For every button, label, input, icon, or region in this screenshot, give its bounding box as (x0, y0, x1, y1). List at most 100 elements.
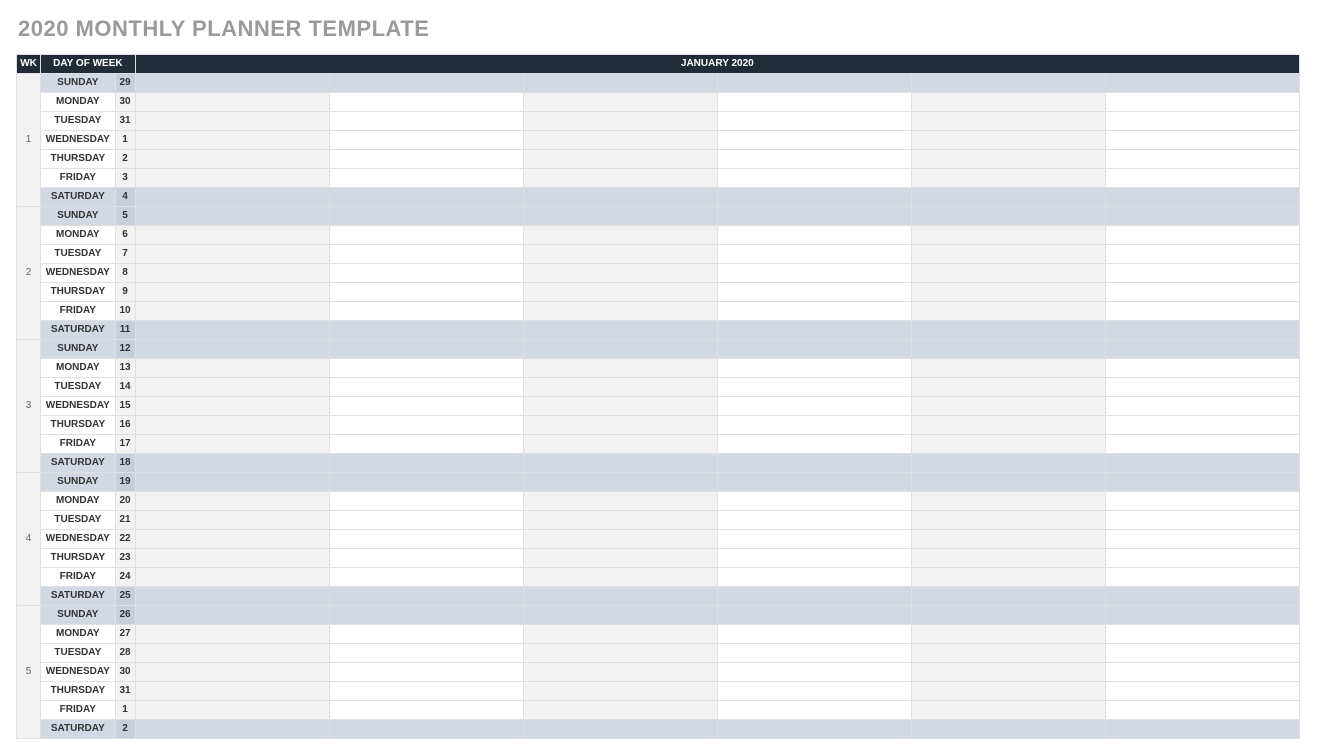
entry-cell[interactable] (717, 93, 911, 112)
entry-cell[interactable] (717, 378, 911, 397)
entry-cell[interactable] (523, 492, 717, 511)
entry-cell[interactable] (135, 625, 329, 644)
entry-cell[interactable] (329, 549, 523, 568)
entry-cell[interactable] (911, 701, 1105, 720)
entry-cell[interactable] (523, 416, 717, 435)
entry-cell[interactable] (135, 112, 329, 131)
entry-cell[interactable] (911, 435, 1105, 454)
entry-cell[interactable] (329, 264, 523, 283)
entry-cell[interactable] (329, 283, 523, 302)
entry-cell[interactable] (523, 340, 717, 359)
entry-cell[interactable] (1105, 359, 1299, 378)
entry-cell[interactable] (1105, 93, 1299, 112)
entry-cell[interactable] (135, 435, 329, 454)
entry-cell[interactable] (135, 454, 329, 473)
entry-cell[interactable] (329, 663, 523, 682)
entry-cell[interactable] (329, 340, 523, 359)
entry-cell[interactable] (717, 701, 911, 720)
entry-cell[interactable] (523, 682, 717, 701)
entry-cell[interactable] (717, 150, 911, 169)
entry-cell[interactable] (523, 720, 717, 739)
entry-cell[interactable] (717, 492, 911, 511)
entry-cell[interactable] (329, 245, 523, 264)
entry-cell[interactable] (329, 568, 523, 587)
entry-cell[interactable] (523, 245, 717, 264)
entry-cell[interactable] (329, 207, 523, 226)
entry-cell[interactable] (135, 283, 329, 302)
entry-cell[interactable] (1105, 207, 1299, 226)
entry-cell[interactable] (523, 302, 717, 321)
entry-cell[interactable] (135, 169, 329, 188)
entry-cell[interactable] (135, 74, 329, 93)
entry-cell[interactable] (911, 150, 1105, 169)
entry-cell[interactable] (911, 74, 1105, 93)
entry-cell[interactable] (135, 378, 329, 397)
entry-cell[interactable] (717, 435, 911, 454)
entry-cell[interactable] (717, 473, 911, 492)
entry-cell[interactable] (329, 435, 523, 454)
entry-cell[interactable] (717, 606, 911, 625)
entry-cell[interactable] (717, 74, 911, 93)
entry-cell[interactable] (523, 169, 717, 188)
entry-cell[interactable] (717, 226, 911, 245)
entry-cell[interactable] (135, 359, 329, 378)
entry-cell[interactable] (717, 302, 911, 321)
entry-cell[interactable] (911, 644, 1105, 663)
entry-cell[interactable] (1105, 321, 1299, 340)
entry-cell[interactable] (135, 188, 329, 207)
entry-cell[interactable] (329, 302, 523, 321)
entry-cell[interactable] (135, 207, 329, 226)
entry-cell[interactable] (523, 188, 717, 207)
entry-cell[interactable] (911, 682, 1105, 701)
entry-cell[interactable] (911, 568, 1105, 587)
entry-cell[interactable] (1105, 606, 1299, 625)
entry-cell[interactable] (911, 131, 1105, 150)
entry-cell[interactable] (717, 587, 911, 606)
entry-cell[interactable] (911, 340, 1105, 359)
entry-cell[interactable] (911, 530, 1105, 549)
entry-cell[interactable] (523, 701, 717, 720)
entry-cell[interactable] (911, 226, 1105, 245)
entry-cell[interactable] (911, 283, 1105, 302)
entry-cell[interactable] (329, 226, 523, 245)
entry-cell[interactable] (717, 720, 911, 739)
entry-cell[interactable] (523, 359, 717, 378)
entry-cell[interactable] (1105, 511, 1299, 530)
entry-cell[interactable] (135, 226, 329, 245)
entry-cell[interactable] (135, 264, 329, 283)
entry-cell[interactable] (717, 549, 911, 568)
entry-cell[interactable] (329, 397, 523, 416)
entry-cell[interactable] (717, 663, 911, 682)
entry-cell[interactable] (1105, 568, 1299, 587)
entry-cell[interactable] (135, 530, 329, 549)
entry-cell[interactable] (717, 188, 911, 207)
entry-cell[interactable] (1105, 625, 1299, 644)
entry-cell[interactable] (1105, 245, 1299, 264)
entry-cell[interactable] (1105, 150, 1299, 169)
entry-cell[interactable] (1105, 188, 1299, 207)
entry-cell[interactable] (911, 549, 1105, 568)
entry-cell[interactable] (717, 397, 911, 416)
entry-cell[interactable] (135, 302, 329, 321)
entry-cell[interactable] (1105, 663, 1299, 682)
entry-cell[interactable] (329, 416, 523, 435)
entry-cell[interactable] (1105, 74, 1299, 93)
entry-cell[interactable] (135, 131, 329, 150)
entry-cell[interactable] (329, 93, 523, 112)
entry-cell[interactable] (717, 245, 911, 264)
entry-cell[interactable] (911, 207, 1105, 226)
entry-cell[interactable] (911, 188, 1105, 207)
entry-cell[interactable] (717, 283, 911, 302)
entry-cell[interactable] (717, 169, 911, 188)
entry-cell[interactable] (135, 473, 329, 492)
entry-cell[interactable] (523, 530, 717, 549)
entry-cell[interactable] (911, 245, 1105, 264)
entry-cell[interactable] (911, 454, 1105, 473)
entry-cell[interactable] (135, 397, 329, 416)
entry-cell[interactable] (717, 682, 911, 701)
entry-cell[interactable] (523, 131, 717, 150)
entry-cell[interactable] (717, 321, 911, 340)
entry-cell[interactable] (329, 169, 523, 188)
entry-cell[interactable] (523, 644, 717, 663)
entry-cell[interactable] (135, 720, 329, 739)
